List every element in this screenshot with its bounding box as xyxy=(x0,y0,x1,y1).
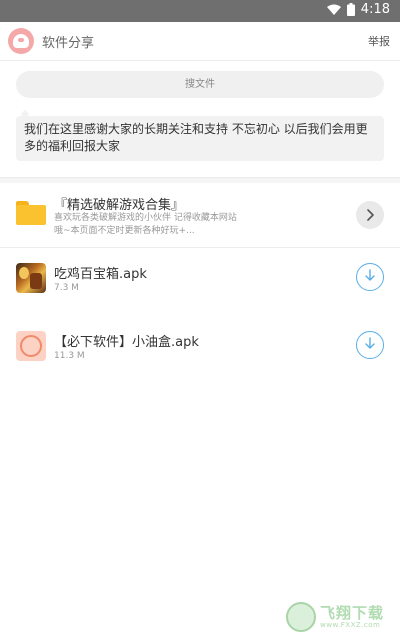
download-button[interactable] xyxy=(356,331,384,359)
list-item[interactable]: 【必下软件】小油盒.apk 11.3 M xyxy=(0,316,400,376)
app-icon xyxy=(16,331,46,361)
folder-item[interactable]: 『精选破解游戏合集』 喜欢玩各类破解游戏的小伙伴 记得收藏本网站 哦~本页面不定… xyxy=(0,188,400,244)
chevron-right-icon xyxy=(365,206,375,225)
watermark-url: www.FXXZ.com xyxy=(320,621,381,629)
app-icon xyxy=(16,263,46,293)
divider xyxy=(0,60,400,61)
wifi-icon xyxy=(326,4,341,15)
file-name: 吃鸡百宝箱.apk xyxy=(54,267,147,282)
file-size: 7.3 M xyxy=(54,283,79,293)
watermark-logo-icon xyxy=(286,602,316,632)
status-bar: 4:18 xyxy=(0,0,400,22)
file-name: 【必下软件】小油盒.apk xyxy=(54,335,199,350)
list-item[interactable]: 吃鸡百宝箱.apk 7.3 M xyxy=(0,248,400,308)
section-gap xyxy=(0,178,400,183)
folder-icon xyxy=(16,201,46,225)
report-button[interactable]: 举报 xyxy=(368,33,390,49)
battery-icon xyxy=(346,3,355,16)
watermark-brand: 飞翔下载 xyxy=(320,604,385,622)
folder-description: 喜欢玩各类破解游戏的小伙伴 记得收藏本网站 哦~本页面不定时更新各种好玩+... xyxy=(54,212,314,238)
app-header: 软件分享 举报 xyxy=(0,22,400,60)
avatar[interactable] xyxy=(8,28,34,54)
clock: 4:18 xyxy=(360,2,390,17)
folder-desc-line: 哦~本页面不定时更新各种好玩+... xyxy=(54,226,195,236)
download-button[interactable] xyxy=(356,263,384,291)
notice-bubble: 我们在这里感谢大家的长期关注和支持 不忘初心 以后我们会用更多的福利回报大家 xyxy=(16,116,384,161)
folder-title: 『精选破解游戏合集』 xyxy=(54,198,185,213)
page-title: 软件分享 xyxy=(42,36,95,51)
download-icon xyxy=(363,268,377,287)
open-folder-button[interactable] xyxy=(356,201,384,229)
watermark: 飞翔下载 www.FXXZ.com xyxy=(286,600,394,634)
download-icon xyxy=(363,336,377,355)
search-input[interactable]: 搜文件 xyxy=(16,71,384,98)
file-size: 11.3 M xyxy=(54,351,85,361)
folder-desc-line: 喜欢玩各类破解游戏的小伙伴 记得收藏本网站 xyxy=(54,213,237,223)
